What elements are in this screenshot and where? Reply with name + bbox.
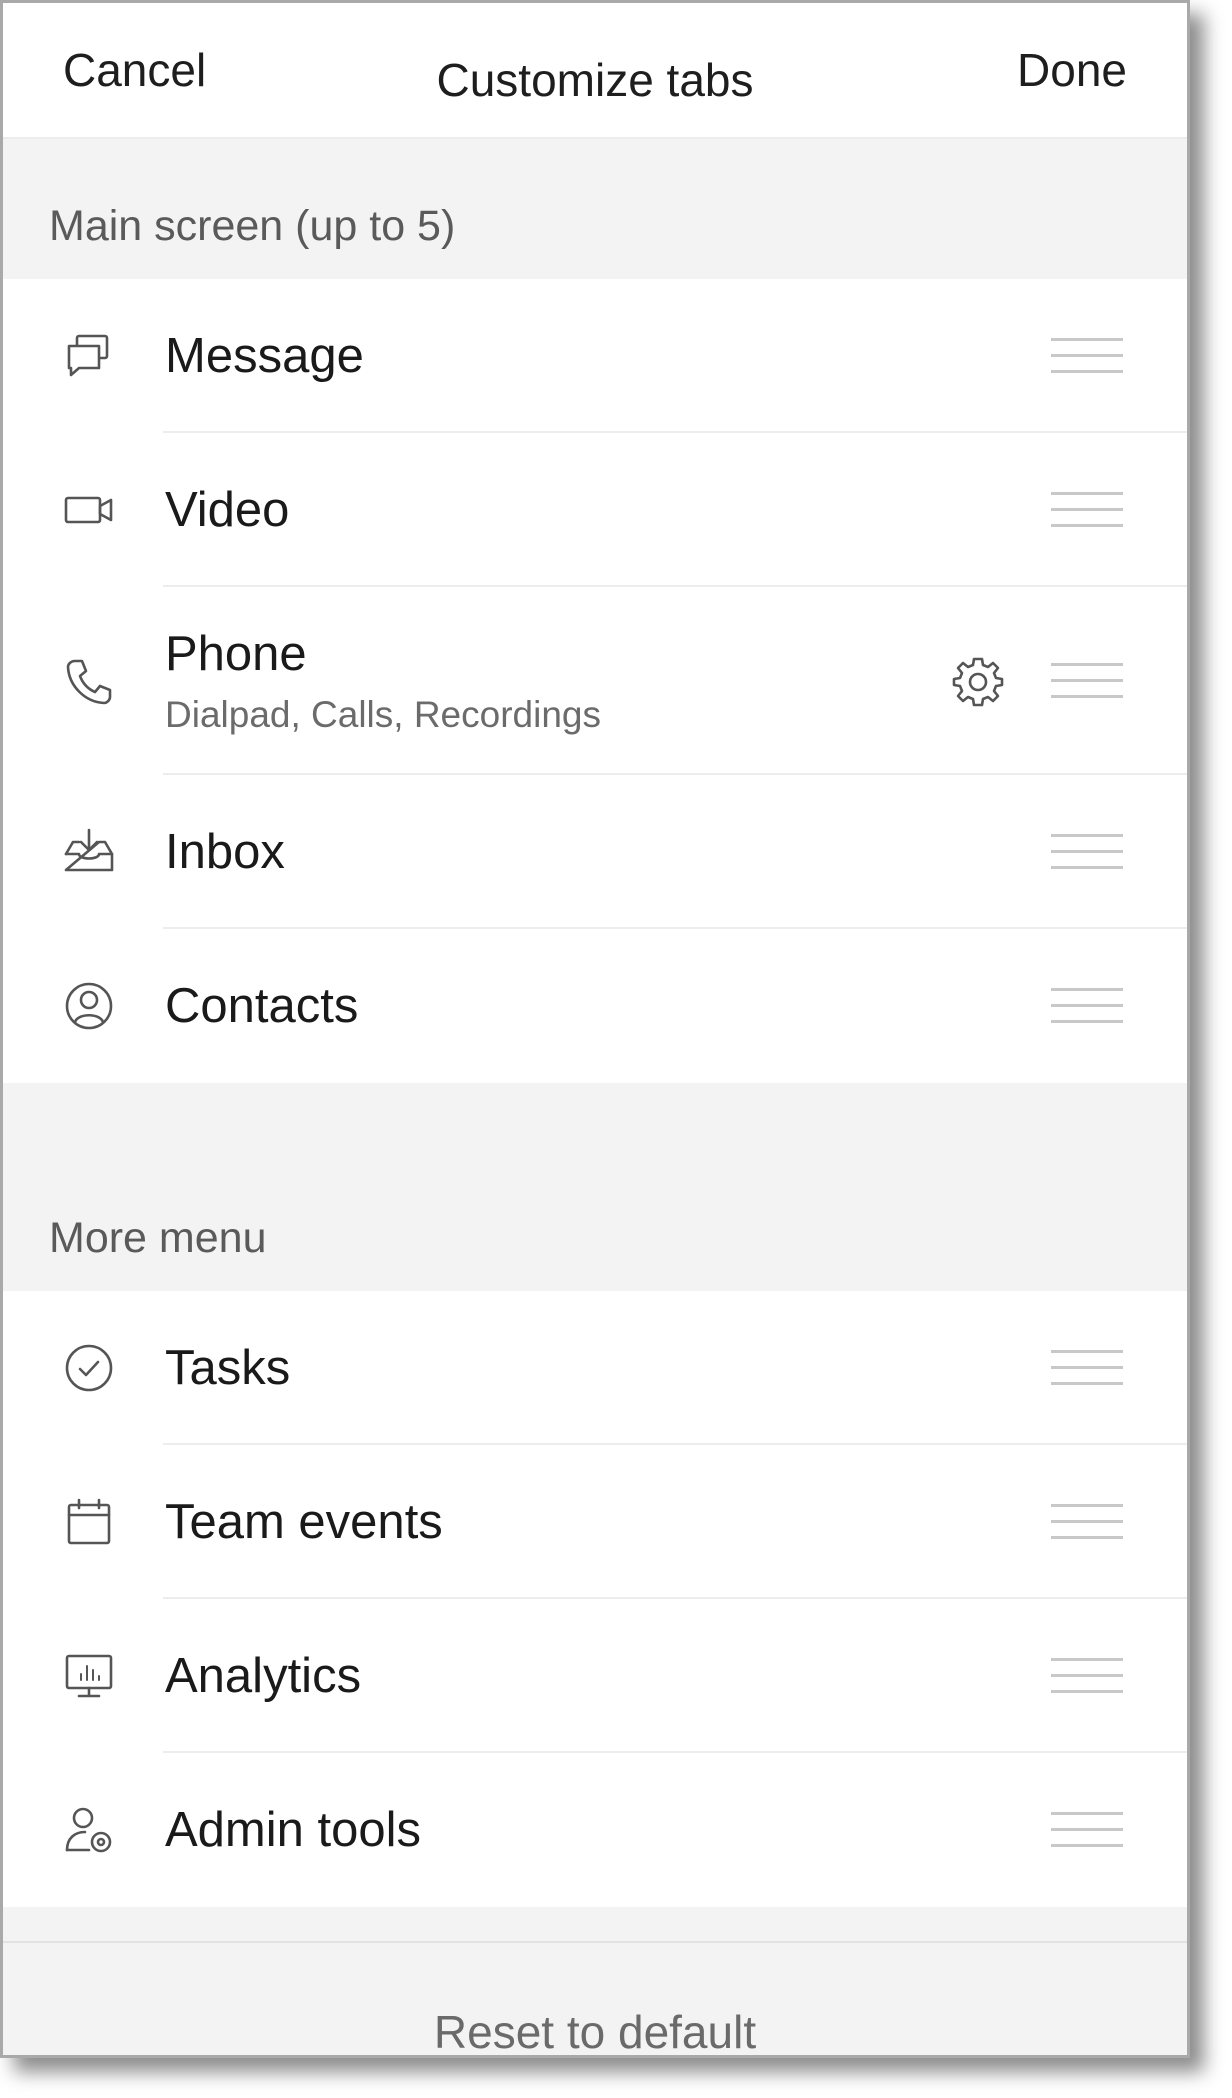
contacts-icon (61, 978, 117, 1034)
drag-handle-icon[interactable] (1051, 663, 1123, 699)
message-icon (61, 328, 117, 384)
tab-row-team-events[interactable]: Team events (3, 1445, 1187, 1599)
footer-spacer (3, 1907, 1187, 1941)
section-header-main-screen: Main screen (up to 5) (3, 139, 1187, 279)
tab-row-tasks[interactable]: Tasks (3, 1291, 1187, 1445)
tab-row-message[interactable]: Message (3, 279, 1187, 433)
drag-handle-icon[interactable] (1051, 988, 1123, 1024)
tab-row-video[interactable]: Video (3, 433, 1187, 587)
footer-bar: Reset to default (3, 1941, 1187, 2055)
tab-label-video: Video (165, 482, 290, 537)
video-icon (61, 482, 117, 538)
tab-row-inbox[interactable]: Inbox (3, 775, 1187, 929)
tab-label-contacts: Contacts (165, 978, 359, 1033)
tab-label-admin-tools: Admin tools (165, 1802, 422, 1857)
analytics-icon (61, 1648, 117, 1704)
phone-icon (61, 653, 117, 709)
cancel-button[interactable]: Cancel (63, 43, 206, 97)
nav-header: Cancel Customize tabs Done (3, 3, 1187, 139)
drag-handle-icon[interactable] (1051, 492, 1123, 528)
customize-tabs-screen: Cancel Customize tabs Done Main screen (… (0, 0, 1190, 2058)
calendar-icon (61, 1494, 117, 1550)
tab-row-admin-tools[interactable]: Admin tools (3, 1753, 1187, 1907)
reset-to-default-button[interactable]: Reset to default (434, 2005, 756, 2055)
tab-row-analytics[interactable]: Analytics (3, 1599, 1187, 1753)
inbox-icon (61, 824, 117, 880)
tab-label-team-events: Team events (165, 1494, 443, 1549)
tab-label-analytics: Analytics (165, 1648, 362, 1703)
tasks-icon (61, 1340, 117, 1396)
tab-label-inbox: Inbox (165, 824, 285, 879)
drag-handle-icon[interactable] (1051, 1504, 1123, 1540)
tab-label-phone: Phone (165, 626, 307, 681)
tab-row-contacts[interactable]: Contacts (3, 929, 1187, 1083)
drag-handle-icon[interactable] (1051, 338, 1123, 374)
admin-tools-icon (61, 1802, 117, 1858)
done-button[interactable]: Done (1017, 43, 1127, 97)
tab-sublabel-phone: Dialpad, Calls, Recordings (165, 694, 601, 736)
drag-handle-icon[interactable] (1051, 1812, 1123, 1848)
tab-label-message: Message (165, 328, 364, 383)
drag-handle-icon[interactable] (1051, 834, 1123, 870)
tab-row-phone[interactable]: Phone Dialpad, Calls, Recordings (3, 587, 1187, 775)
gear-icon[interactable] (951, 654, 1005, 708)
drag-handle-icon[interactable] (1051, 1658, 1123, 1694)
tab-label-tasks: Tasks (165, 1340, 291, 1395)
drag-handle-icon[interactable] (1051, 1350, 1123, 1386)
section-header-more-menu: More menu (3, 1083, 1187, 1291)
